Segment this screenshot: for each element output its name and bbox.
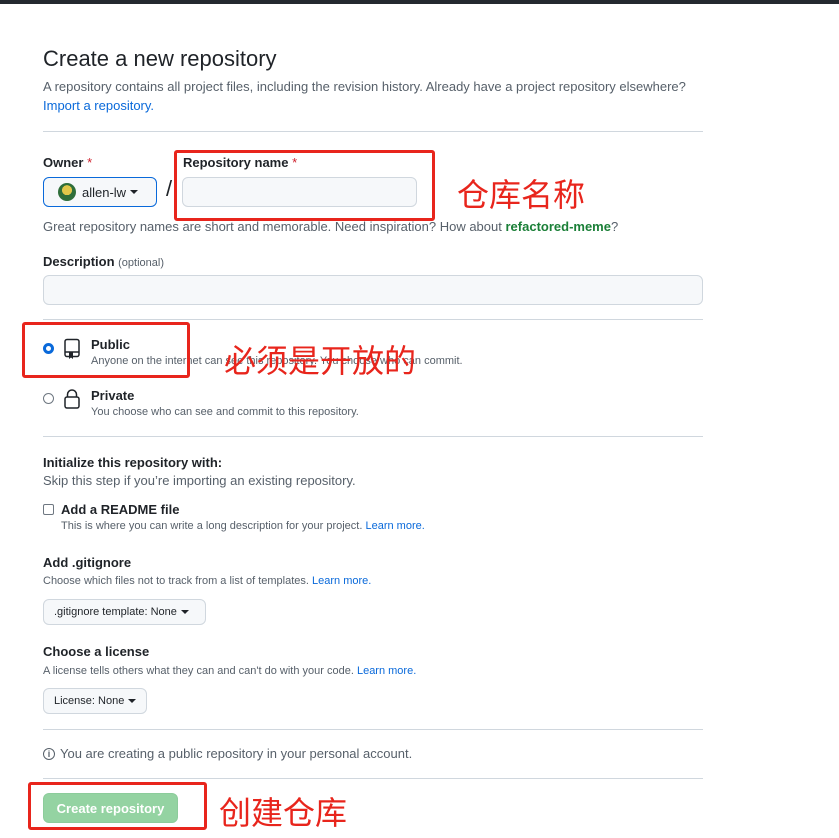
annotation-create: 创建仓库: [219, 794, 348, 832]
divider: [43, 778, 703, 779]
annotation-box-public: [22, 322, 190, 378]
owner-label: Owner *: [43, 155, 93, 170]
private-radio[interactable]: [43, 393, 54, 404]
divider: [43, 436, 703, 437]
gitignore-template-dropdown[interactable]: .gitignore template: None: [43, 599, 206, 625]
gitignore-description: Choose which files not to track from a l…: [43, 575, 372, 587]
license-title: Choose a license: [43, 644, 150, 659]
triangle-down-icon: [180, 610, 189, 614]
init-title: Initialize this repository with:: [43, 455, 223, 470]
owner-repo-separator: /: [166, 176, 173, 201]
triangle-down-icon: [130, 190, 139, 194]
divider: [43, 729, 703, 730]
annotation-box-repo-name: [174, 150, 435, 221]
annotation-public: 必须是开放的: [224, 342, 417, 380]
triangle-down-icon: [128, 699, 137, 703]
private-title: Private: [91, 388, 135, 403]
description-optional: (optional): [118, 257, 164, 269]
name-suggestion[interactable]: refactored-meme: [505, 219, 611, 234]
description-input[interactable]: [43, 275, 703, 305]
info-icon: i: [43, 747, 55, 760]
divider: [43, 131, 703, 132]
lock-icon: [64, 389, 80, 409]
page-subtitle: A repository contains all project files,…: [43, 79, 686, 94]
annotation-box-create: [28, 782, 207, 830]
gitignore-title: Add .gitignore: [43, 555, 132, 570]
license-value: License: None: [54, 695, 125, 707]
visibility-notice: i You are creating a public repository i…: [43, 746, 412, 761]
readme-description: This is where you can write a long descr…: [61, 520, 425, 532]
name-hint: Great repository names are short and mem…: [43, 219, 619, 234]
owner-value: allen-lw: [82, 184, 127, 200]
page-title: Create a new repository: [43, 46, 277, 71]
private-description: You choose who can see and commit to thi…: [91, 406, 359, 418]
gitignore-learn-more-link[interactable]: Learn more.: [312, 575, 371, 587]
avatar: [58, 183, 76, 201]
owner-dropdown-button[interactable]: allen-lw: [43, 177, 157, 207]
annotation-repo-name: 仓库名称: [457, 176, 586, 214]
readme-learn-more-link[interactable]: Learn more.: [365, 520, 424, 532]
readme-label: Add a README file: [61, 502, 180, 517]
readme-checkbox[interactable]: [43, 504, 54, 515]
owner-required-mark: *: [87, 155, 93, 170]
import-repository-link[interactable]: Import a repository.: [43, 98, 154, 113]
gitignore-template-value: .gitignore template: None: [54, 606, 177, 618]
top-bar: [0, 0, 839, 4]
init-subtitle: Skip this step if you’re importing an ex…: [43, 473, 356, 488]
divider: [43, 319, 703, 320]
license-learn-more-link[interactable]: Learn more.: [357, 665, 416, 677]
description-label: Description (optional): [43, 254, 164, 269]
license-description: A license tells others what they can and…: [43, 665, 417, 677]
license-dropdown[interactable]: License: None: [43, 688, 147, 714]
